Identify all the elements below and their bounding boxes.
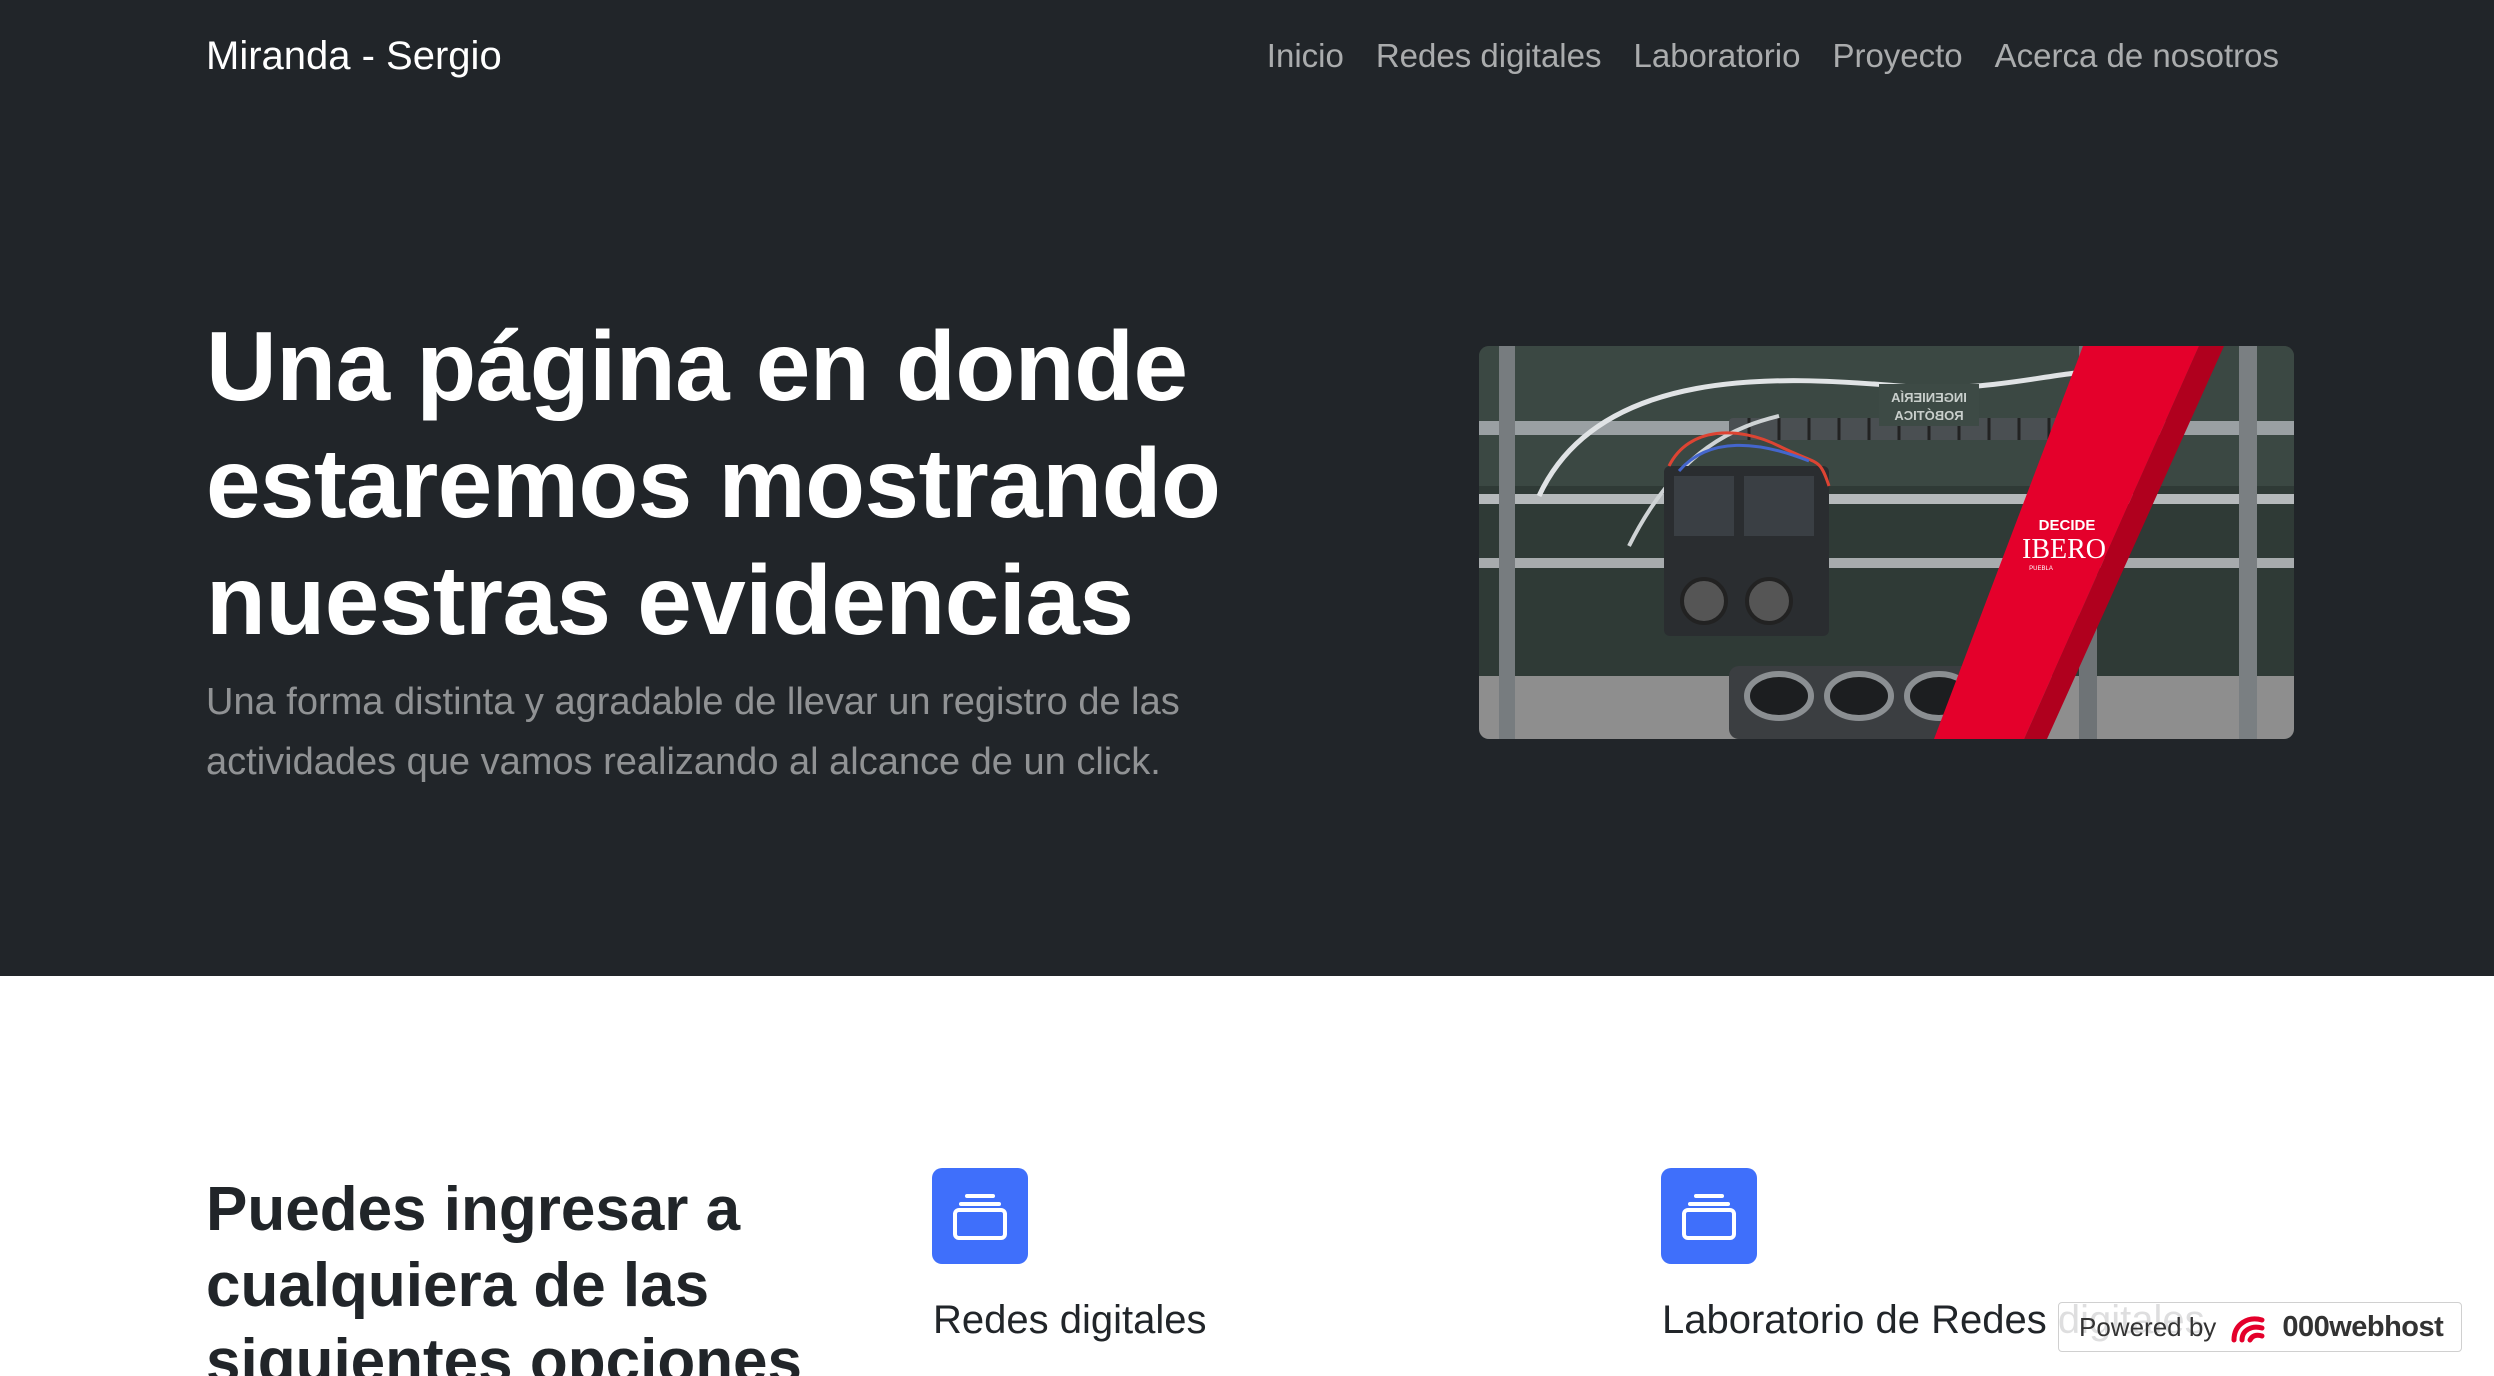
collection-icon (1661, 1168, 1757, 1264)
feature-heading-redes-digitales: Redes digitales (933, 1298, 1207, 1342)
webhost-logo-icon (2231, 1316, 2265, 1343)
hero-title: Una página en donde estaremos mostrando … (206, 311, 1221, 655)
sign-line-1: INGENIERÍA (1890, 390, 1966, 405)
webhost-name: 000webhost (2282, 1310, 2444, 1343)
nav-link-redes-digitales[interactable]: Redes digitales (1376, 37, 1602, 74)
nav-menu: Inicio Redes digitales Laboratorio Proye… (1267, 30, 2279, 82)
badge-puebla-text: PUEBLA (2029, 566, 2053, 572)
nav-link-laboratorio[interactable]: Laboratorio (1633, 37, 1800, 74)
webhost-badge[interactable]: Powered by 000webhost (2058, 1302, 2462, 1352)
collection-icon (932, 1168, 1028, 1264)
nav-link-inicio[interactable]: Inicio (1267, 37, 1344, 74)
powered-by-text: Powered by (2079, 1311, 2217, 1342)
sign-line-2: ROBÓTICA (1894, 408, 1964, 423)
badge-decide-text: DECIDE (2039, 517, 2096, 534)
nav-link-proyecto[interactable]: Proyecto (1832, 37, 1962, 74)
hero-image: INGENIERÍA ROBÓTICA DECIDE IBERO PUEBLA (1479, 346, 2294, 739)
nav-link-acerca[interactable]: Acerca de nosotros (1995, 37, 2279, 74)
hero-section: Una página en donde estaremos mostrando … (0, 112, 2494, 976)
page: Miranda - Sergio Inicio Redes digitales … (0, 0, 2494, 1376)
features-title: Puedes ingresar a cualquiera de las sigu… (206, 1175, 803, 1376)
hero-lead: Una forma distinta y agradable de llevar… (206, 681, 1180, 783)
badge-ibero-text: IBERO (2022, 534, 2106, 565)
robot-printer-illustration: INGENIERÍA ROBÓTICA DECIDE IBERO PUEBLA (1479, 346, 2294, 739)
navbar: Miranda - Sergio Inicio Redes digitales … (0, 0, 2494, 112)
brand-link[interactable]: Miranda - Sergio (206, 30, 502, 82)
